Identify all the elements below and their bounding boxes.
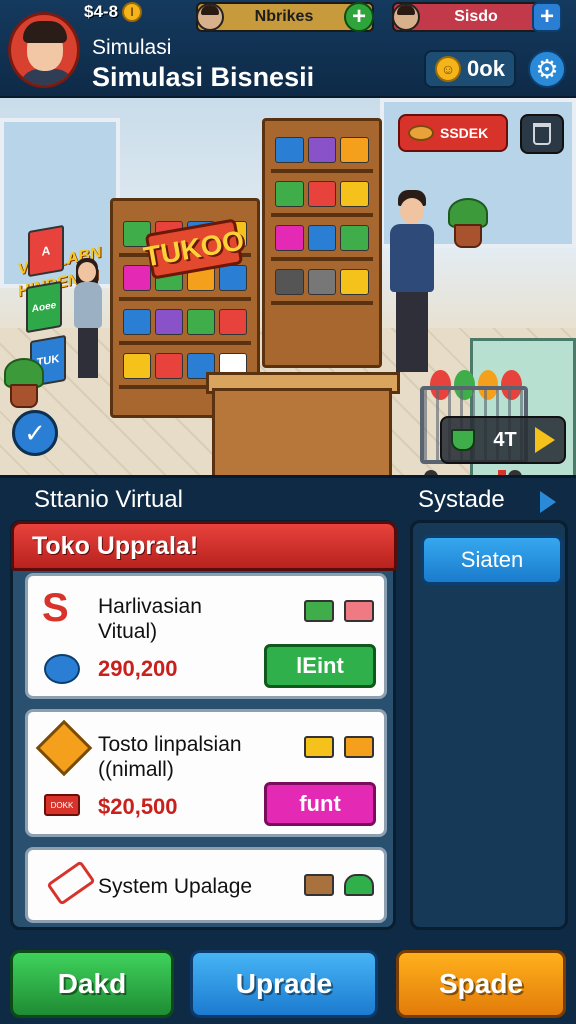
section-title-store: Sttanio Virtual [34,486,183,513]
store-counter[interactable] [212,388,392,475]
shelf-goods [275,137,370,163]
shelf-goods [123,309,247,335]
upgrade-card[interactable]: System Upalage [25,847,387,923]
crate-icon [304,874,334,896]
upgrade-card[interactable]: Tosto linpalsian ((nimall) DOKK $20,500 … [25,709,387,837]
shopkeeper-man[interactable] [384,190,444,380]
settings-gear-icon[interactable]: ⚙ [528,50,566,88]
card-title-line: ((nimall) [98,758,174,781]
friend-name: Sisdo [454,8,498,25]
friend-avatar-icon [392,3,420,31]
shelf-goods [275,225,370,251]
check-icon[interactable]: ✓ [12,410,58,456]
card-price: 290,200 [98,656,178,681]
trash-icon [533,123,551,145]
potted-plant [4,348,44,408]
player-avatar[interactable] [8,12,80,88]
cart-wheel [508,470,522,475]
add-button[interactable]: + [532,2,562,32]
card-title: Harlivasian Vitual) [98,594,202,644]
play-icon[interactable] [534,427,555,453]
ok-button[interactable]: ☺ 0ok [424,50,516,88]
potted-plant [448,188,488,248]
upgrade-button[interactable]: Uprade [190,950,378,1018]
dollar-s-icon: S [42,586,69,630]
top-hud: $4-8 I Nbrikes + Sisdo + Simulasi Simula… [0,0,576,98]
bottom-left-button[interactable]: Dakd [10,950,174,1018]
marker [498,470,506,475]
friend-name: Nbrikes [254,8,314,25]
game-title: Simulasi Bisnesii [92,62,315,92]
card-title: Tosto linpalsian ((nimall) [98,732,242,782]
cart-wheel [424,470,438,475]
upgrade-card[interactable]: S Harlivasian Vitual) 290,200 lEint [25,573,387,699]
friend-avatar-icon [196,3,224,31]
currency-value: $4-8 [84,2,119,21]
coin-icon: I [122,2,143,22]
card-title-line: Vitual) [98,620,158,643]
arrow-right-icon[interactable] [540,491,556,513]
speed-control[interactable]: 4T [440,416,566,464]
tool-icon [46,860,96,906]
crate-icon [304,736,334,758]
gem-icon [344,600,374,622]
trash-button[interactable] [520,114,564,154]
card-title-line: Harlivasian [98,595,202,618]
buy-button[interactable]: funt [264,782,376,826]
plant-icon [304,600,334,622]
customer-woman[interactable] [70,258,110,388]
buy-button[interactable]: lEint [264,644,376,688]
refresh-icon [44,654,80,684]
card-title-line: Tosto linpalsian [98,733,242,756]
cup-icon [451,429,476,451]
friend-pill-a[interactable]: Nbrikes + [196,2,374,32]
wall-poster: Aoee [26,280,62,334]
avatar-hair [23,21,67,43]
section-title-side: Systade [418,486,505,513]
game-subtitle: Simulasi [92,36,172,59]
upgrade-panel: Toko Upprala! S Harlivasian Vitual) 290,… [10,520,397,930]
ticket-icon: DOKK [44,794,80,816]
bag-icon [344,874,374,896]
avatar-suit [19,69,75,85]
card-price: $20,500 [98,794,178,819]
side-panel: Siaten [410,520,568,930]
friend-pill-b[interactable]: Sisdo + [392,2,562,32]
store-scene[interactable]: VIONLABN HINDENSII A Aoee TUK TUKOO [0,98,576,478]
speed-label: 4T [493,428,517,451]
gem-icon [344,736,374,758]
wall-poster: A [28,224,64,278]
add-friend-button[interactable]: + [344,2,374,32]
shelf-goods [275,181,370,207]
bottom-right-button[interactable]: Spade [396,950,566,1018]
side-action-button[interactable]: Siaten [421,535,563,585]
product-shelf[interactable] [262,118,382,368]
panel-header: Toko Upprala! [11,521,397,571]
stock-button[interactable]: SSDEK [398,114,508,152]
smiley-coin-icon: ☺ [435,56,462,82]
bread-icon [408,125,434,141]
stock-label: SSDEK [440,125,489,141]
ok-label: 0ok [467,56,505,81]
currency-display: $4-8 I [84,2,143,22]
box-icon [35,719,93,777]
shelf-goods [275,269,370,295]
card-title: System Upalage [98,875,253,898]
